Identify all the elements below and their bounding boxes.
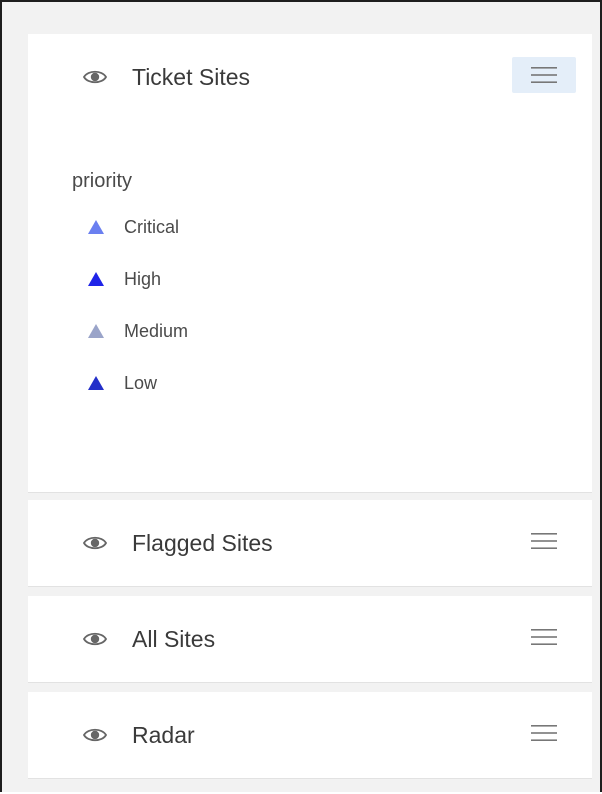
eye-icon[interactable] — [82, 626, 108, 652]
layer-menu-button[interactable] — [512, 715, 576, 751]
legend-item-critical: Critical — [72, 217, 179, 270]
layer-card-ticket-sites: Ticket Sites priority Critical High Medi… — [28, 34, 592, 492]
triangle-icon — [88, 376, 104, 390]
layer-title: Ticket Sites — [132, 64, 251, 90]
legend-item-label: High — [124, 269, 162, 289]
layer-menu-button[interactable] — [512, 619, 576, 655]
triangle-icon — [88, 324, 104, 338]
legend-item-label: Low — [124, 373, 158, 393]
layer-title: All Sites — [132, 626, 216, 652]
layer-title: Radar — [132, 722, 195, 748]
layer-card-flagged-sites: Flagged Sites — [28, 500, 592, 586]
layer-title: Flagged Sites — [132, 530, 273, 556]
layer-legend: priority Critical High Medium Low — [72, 166, 188, 426]
layer-card-all-sites: All Sites — [28, 596, 592, 682]
hamburger-menu-icon — [531, 533, 557, 549]
legend-item-label: Medium — [124, 321, 189, 341]
layer-menu-button[interactable] — [512, 57, 576, 93]
layer-header[interactable]: Flagged Sites — [28, 500, 592, 586]
layer-menu-button[interactable] — [512, 523, 576, 559]
hamburger-menu-icon — [531, 67, 557, 83]
legend-field-title: priority — [72, 170, 133, 192]
hamburger-menu-icon — [531, 629, 557, 645]
eye-icon[interactable] — [82, 530, 108, 556]
triangle-icon — [88, 272, 104, 286]
layer-list-panel: Ticket Sites priority Critical High Medi… — [0, 0, 602, 792]
legend-item-low: Low — [72, 373, 157, 426]
hamburger-menu-icon — [531, 725, 557, 741]
eye-icon[interactable] — [82, 722, 108, 748]
eye-icon[interactable] — [82, 64, 108, 90]
legend-item-medium: Medium — [72, 321, 188, 374]
triangle-icon — [88, 220, 104, 234]
legend-item-label: Critical — [124, 217, 180, 237]
layer-header[interactable]: All Sites — [28, 596, 592, 682]
layer-header[interactable]: Radar — [28, 692, 592, 778]
legend-item-high: High — [72, 269, 161, 322]
layer-header[interactable]: Ticket Sites — [28, 34, 592, 120]
layer-card-radar: Radar — [28, 692, 592, 778]
